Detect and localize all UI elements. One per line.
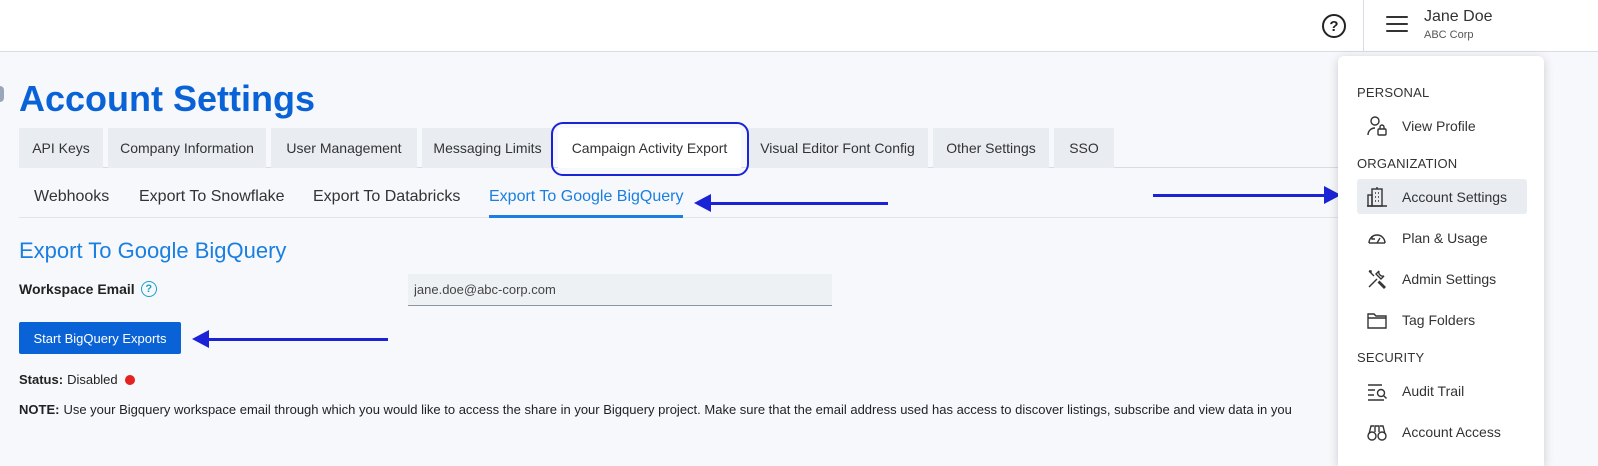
subtab-export-to-snowflake[interactable]: Export To Snowflake (139, 188, 285, 218)
subtab-export-to-google-bigquery[interactable]: Export To Google BigQuery (489, 188, 684, 218)
gauge-icon (1366, 227, 1388, 249)
tab-user-management[interactable]: User Management (271, 128, 417, 168)
menu-header-security: SECURITY (1357, 350, 1425, 365)
section-title: Export To Google BigQuery (19, 238, 287, 263)
help-icon[interactable]: ? (1322, 14, 1346, 38)
menu-header-organization: ORGANIZATION (1357, 156, 1458, 171)
menu-header-personal: PERSONAL (1357, 85, 1430, 100)
side-handle (0, 86, 4, 102)
user-menu-area[interactable]: Jane Doe ABC Corp (1363, 0, 1598, 52)
folder-icon (1366, 309, 1388, 331)
subtab-export-to-databricks[interactable]: Export To Databricks (313, 188, 460, 218)
menu-item-view-profile[interactable]: View Profile (1357, 108, 1527, 143)
annotation-arrow-menu (1153, 186, 1341, 204)
user-name: Jane Doe (1424, 8, 1493, 25)
export-status: Status: Disabled (19, 372, 135, 387)
tab-visual-editor-font-config[interactable]: Visual Editor Font Config (747, 128, 928, 168)
start-bigquery-exports-button[interactable]: Start BigQuery Exports (19, 322, 181, 354)
status-label: Status: (19, 372, 64, 387)
tab-sso[interactable]: SSO (1054, 128, 1114, 168)
tab-messaging-limits[interactable]: Messaging Limits (422, 128, 553, 168)
menu-item-label: Account Access (1402, 423, 1501, 440)
menu-item-account-access[interactable]: Account Access (1357, 414, 1527, 449)
building-icon (1366, 186, 1388, 208)
menu-item-label: Admin Settings (1402, 270, 1497, 287)
note-label: NOTE: (19, 402, 60, 417)
top-bar: ? Jane Doe ABC Corp (0, 0, 1598, 52)
tab-other-settings[interactable]: Other Settings (933, 128, 1049, 168)
page-title: Account Settings (19, 78, 316, 119)
menu-item-label: Audit Trail (1402, 382, 1465, 399)
user-lock-icon (1366, 115, 1388, 137)
menu-item-label: Tag Folders (1402, 311, 1476, 328)
menu-item-tag-folders[interactable]: Tag Folders (1357, 302, 1527, 337)
annotation-arrow-button (192, 330, 388, 348)
menu-item-label: Plan & Usage (1402, 229, 1488, 246)
note-text: NOTE: Use your Bigquery workspace email t… (19, 402, 1339, 417)
binoculars-icon (1366, 421, 1388, 443)
menu-item-label: View Profile (1402, 117, 1476, 134)
tools-icon (1366, 268, 1388, 290)
question-circle-icon[interactable]: ? (140, 281, 157, 297)
menu-item-label: Account Settings (1402, 188, 1508, 205)
status-dot-icon (124, 374, 135, 385)
account-dropdown-menu: PERSONAL View Profile ORGANIZATION Accou… (1338, 56, 1544, 466)
search-list-icon (1366, 380, 1388, 402)
user-company: ABC Corp (1424, 29, 1474, 41)
workspace-email-label-text: Workspace Email (19, 281, 135, 297)
hamburger-menu-icon[interactable] (1386, 16, 1408, 34)
status-value: Disabled (67, 372, 118, 387)
menu-item-account-settings[interactable]: Account Settings (1357, 179, 1527, 214)
note-body: Use your Bigquery workspace email throug… (63, 402, 1292, 417)
annotation-arrow-subtab (694, 194, 888, 212)
workspace-email-label: Workspace Email ? (19, 281, 157, 297)
workspace-email-input[interactable] (408, 274, 832, 306)
tab-company-information[interactable]: Company Information (108, 128, 266, 168)
tab-api-keys[interactable]: API Keys (19, 128, 103, 168)
menu-item-plan-usage[interactable]: Plan & Usage (1357, 220, 1527, 255)
menu-item-audit-trail[interactable]: Audit Trail (1357, 373, 1527, 408)
menu-item-admin-settings[interactable]: Admin Settings (1357, 261, 1527, 296)
active-tab-highlight (551, 122, 749, 176)
subtab-webhooks[interactable]: Webhooks (34, 188, 109, 218)
